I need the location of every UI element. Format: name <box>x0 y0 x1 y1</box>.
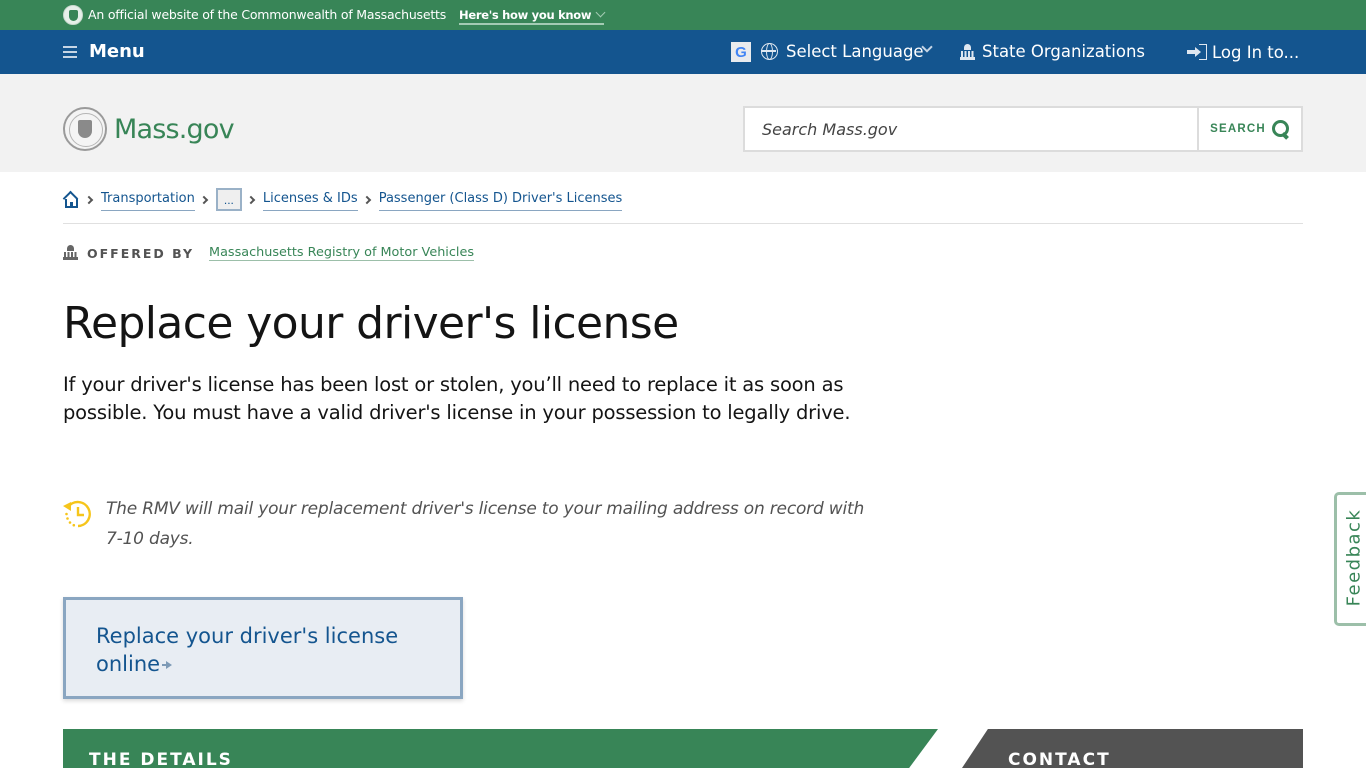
search-button[interactable]: SEARCH <box>1197 108 1301 150</box>
replace-license-online-button[interactable]: Replace your driver's license online <box>63 597 463 699</box>
site-header: Mass.gov SEARCH <box>0 74 1366 172</box>
page-title: Replace your driver's license <box>63 298 679 349</box>
select-language-button[interactable]: Select Language <box>786 42 924 61</box>
chevron-right-icon <box>246 195 256 205</box>
search-input[interactable] <box>745 108 1197 150</box>
commonwealth-seal-icon <box>63 107 107 151</box>
breadcrumb-class-d-licenses[interactable]: Passenger (Class D) Driver's Licenses <box>378 189 623 211</box>
utility-nav: Menu G Select Language State Organizatio… <box>0 30 1366 74</box>
state-house-icon <box>960 44 975 60</box>
breadcrumb: Transportation ... Licenses & IDs Passen… <box>62 188 1303 224</box>
search-button-label: SEARCH <box>1210 123 1266 135</box>
offered-by-organization-link[interactable]: Massachusetts Registry of Motor Vehicles <box>209 245 474 261</box>
feedback-tab[interactable]: Feedback <box>1334 492 1366 626</box>
home-icon[interactable] <box>62 190 80 208</box>
the-details-section-header: THE DETAILS <box>63 729 938 768</box>
globe-icon <box>761 43 778 60</box>
search-icon <box>1271 120 1290 138</box>
page-lede: If your driver's license has been lost o… <box>63 373 851 424</box>
login-icon <box>1187 44 1207 60</box>
the-details-title: THE DETAILS <box>89 750 233 768</box>
login-button[interactable]: Log In to... <box>1212 43 1299 62</box>
offered-by-label: OFFERED BY <box>87 245 195 261</box>
hamburger-icon <box>63 45 77 58</box>
breadcrumb-expand-button[interactable]: ... <box>215 188 242 211</box>
state-house-icon <box>63 245 78 261</box>
breadcrumb-licenses-ids[interactable]: Licenses & IDs <box>262 189 358 211</box>
how-you-know-label: Here's how you know <box>459 8 592 22</box>
contact-title: CONTACT <box>1008 750 1111 768</box>
how-you-know-link[interactable]: Here's how you know <box>459 7 606 25</box>
arrow-right-icon <box>162 661 173 669</box>
chevron-down-icon <box>595 7 606 18</box>
menu-button[interactable]: Menu <box>63 41 145 62</box>
menu-label: Menu <box>89 41 145 62</box>
mass-gov-logo[interactable]: Mass.gov <box>63 107 235 151</box>
breadcrumb-transportation[interactable]: Transportation <box>101 189 195 211</box>
chevron-right-icon <box>362 195 371 205</box>
feedback-label: Feedback <box>1343 508 1365 607</box>
google-translate-icon: G <box>731 42 751 62</box>
logo-wordmark: Mass.gov <box>114 113 235 145</box>
offered-by: OFFERED BY Massachusetts Registry of Mot… <box>63 245 474 261</box>
massachusetts-seal-icon <box>63 5 83 25</box>
chevron-right-icon <box>199 195 209 205</box>
official-website-banner: An official website of the Commonwealth … <box>0 0 1366 30</box>
contact-section-header: CONTACT <box>962 729 1303 768</box>
state-organizations-button[interactable]: State Organizations <box>982 42 1145 61</box>
cta-label: Replace your driver's license online <box>96 624 399 676</box>
official-website-text: An official website of the Commonwealth … <box>88 7 447 22</box>
search-form: SEARCH <box>743 106 1303 152</box>
clock-history-icon <box>63 500 91 528</box>
delivery-time-callout: The RMV will mail your replacement drive… <box>106 499 865 549</box>
chevron-right-icon <box>84 195 94 205</box>
